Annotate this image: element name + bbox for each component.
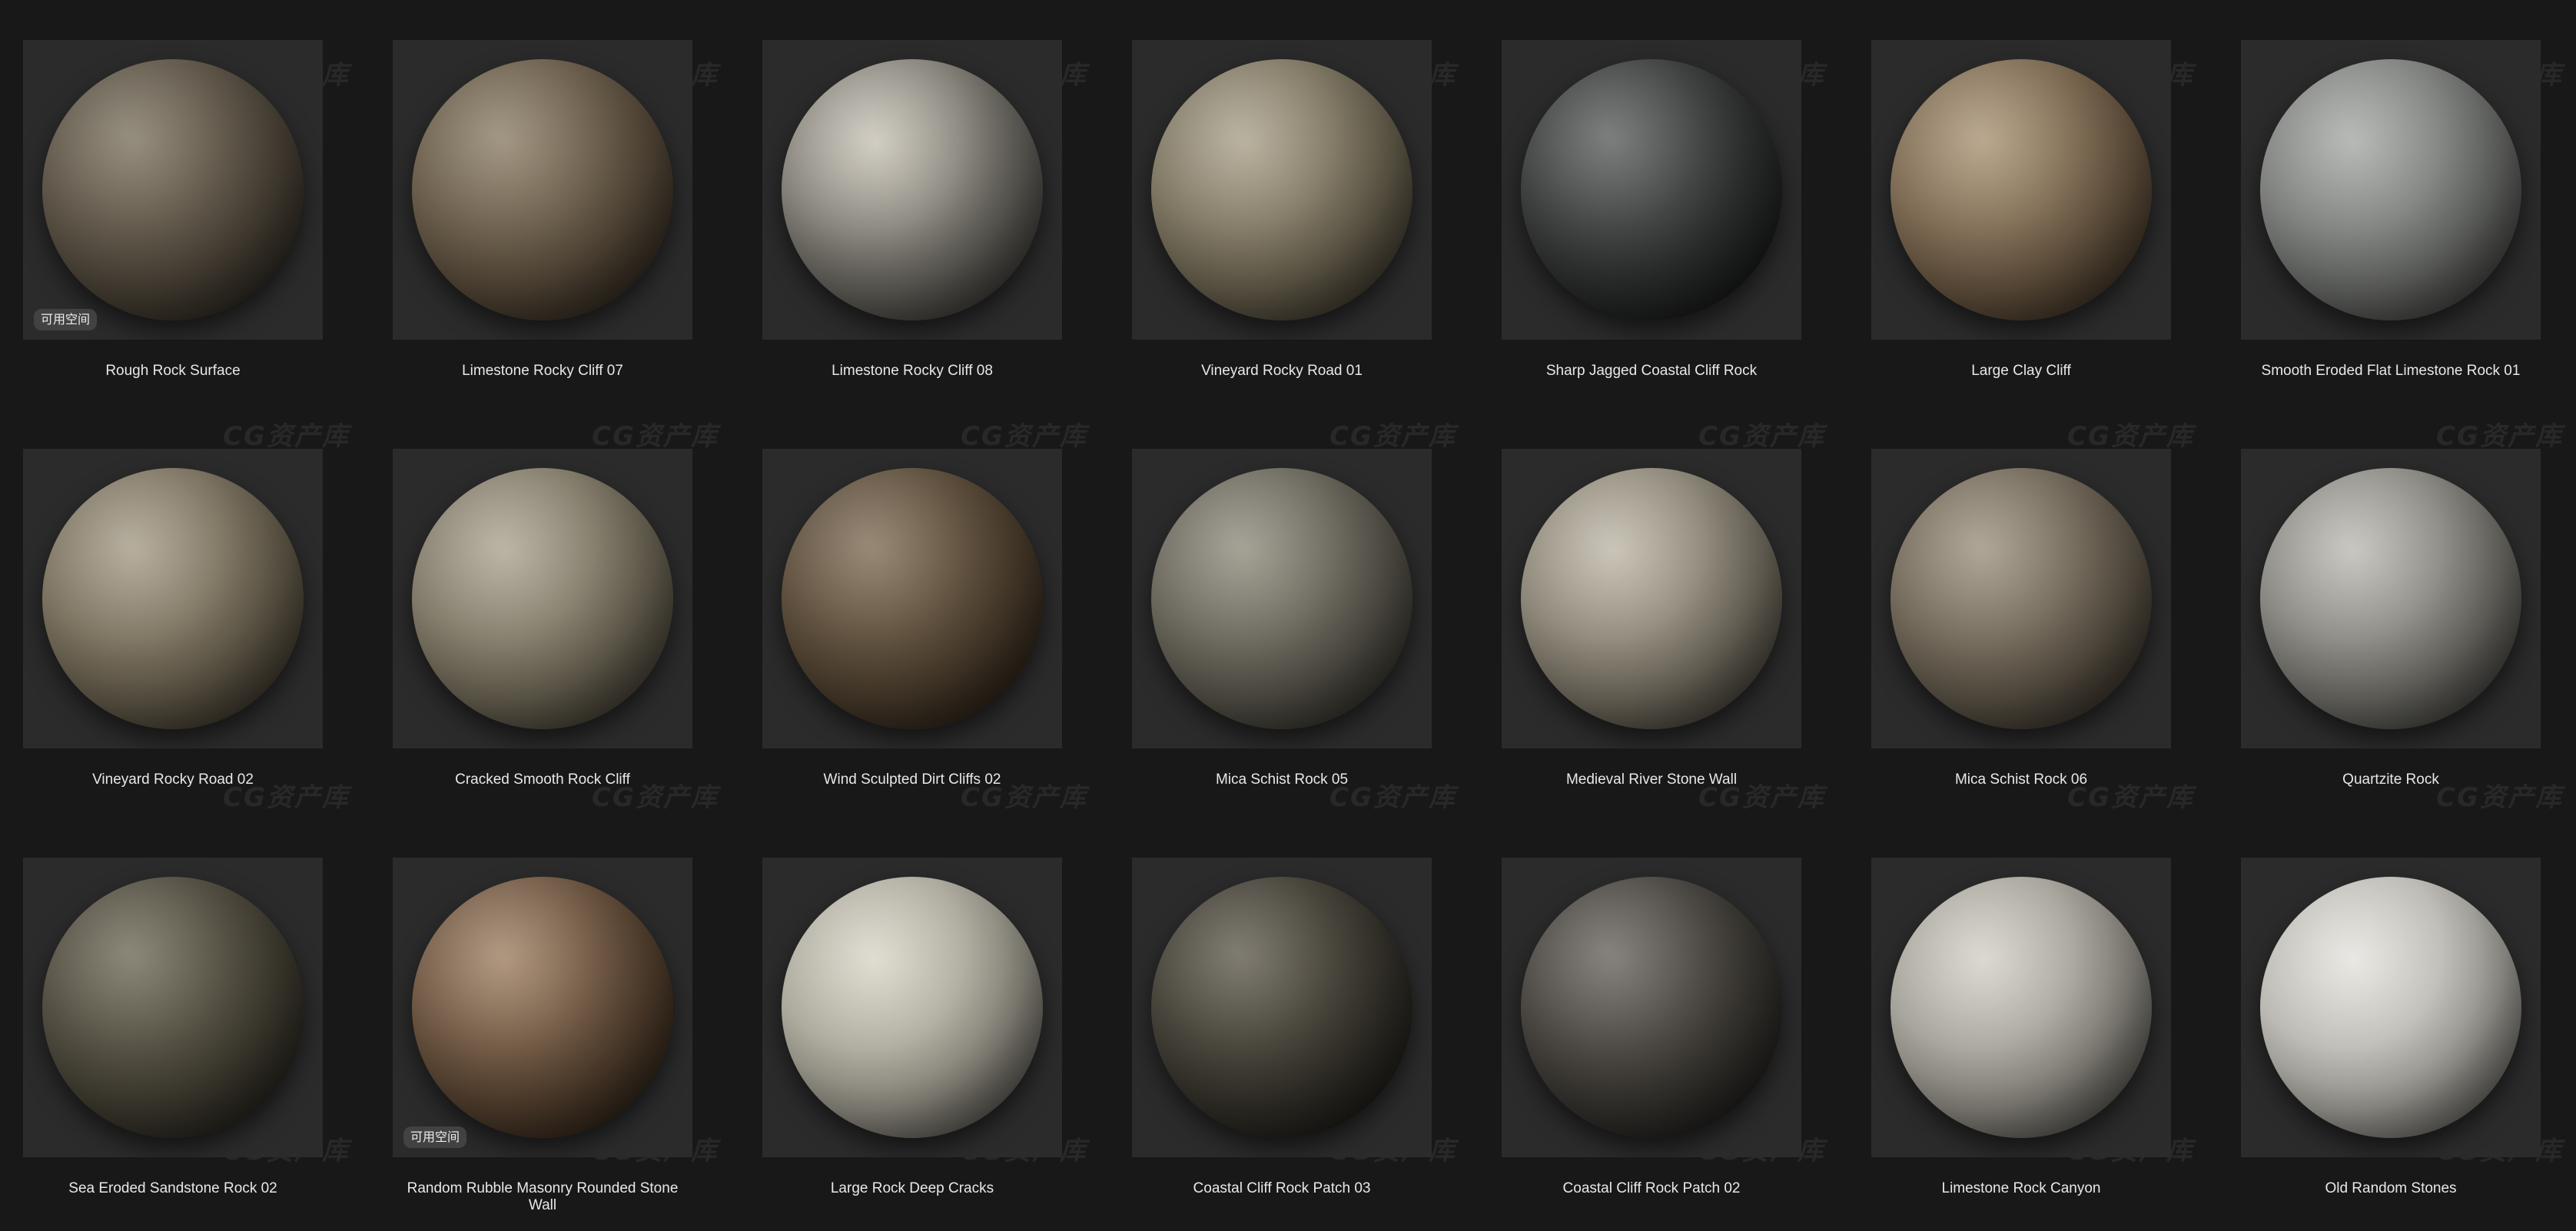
material-label: Rough Rock Surface (105, 363, 241, 379)
material-sphere-preview (1151, 877, 1412, 1138)
material-card[interactable]: Limestone Rocky Cliff 08 (762, 40, 1062, 449)
material-thumbnail[interactable]: 可用空间 (23, 40, 323, 340)
material-label: Random Rubble Masonry Rounded Stone Wall (407, 1180, 679, 1213)
material-label: Limestone Rocky Cliff 07 (462, 363, 623, 379)
material-card[interactable]: Limestone Rock Canyon (1871, 858, 2171, 1231)
material-card[interactable]: Cracked Smooth Rock Cliff (393, 449, 692, 858)
material-thumbnail[interactable] (23, 449, 323, 748)
material-label: Limestone Rocky Cliff 08 (832, 363, 993, 379)
material-card[interactable]: Mica Schist Rock 06 (1871, 449, 2171, 858)
material-sphere-preview (2260, 877, 2521, 1138)
material-thumbnail[interactable] (2241, 858, 2541, 1157)
material-thumbnail[interactable] (1132, 40, 1432, 340)
material-card[interactable]: Vineyard Rocky Road 01 (1132, 40, 1432, 449)
material-label: Sharp Jagged Coastal Cliff Rock (1545, 363, 1758, 379)
material-label: Quartzite Rock (2342, 771, 2439, 788)
material-card[interactable]: Limestone Rocky Cliff 07 (393, 40, 692, 449)
material-card[interactable]: Large Rock Deep Cracks (762, 858, 1062, 1231)
material-thumbnail[interactable] (2241, 40, 2541, 340)
material-label: Sea Eroded Sandstone Rock 02 (68, 1180, 277, 1196)
material-thumbnail[interactable] (1132, 858, 1432, 1157)
material-label: Smooth Eroded Flat Limestone Rock 01 (2261, 363, 2521, 379)
material-label: Old Random Stones (2325, 1180, 2457, 1196)
material-card[interactable]: Coastal Cliff Rock Patch 03 (1132, 858, 1432, 1231)
material-thumbnail[interactable] (1871, 449, 2171, 748)
material-label: Coastal Cliff Rock Patch 03 (1193, 1180, 1371, 1196)
material-sphere-preview (2260, 468, 2521, 729)
material-label: Limestone Rock Canyon (1941, 1180, 2101, 1196)
material-sphere-preview (42, 59, 304, 320)
material-card[interactable]: Wind Sculpted Dirt Cliffs 02 (762, 449, 1062, 858)
material-thumbnail[interactable] (1502, 449, 1801, 748)
material-label: Medieval River Stone Wall (1565, 771, 1738, 788)
material-thumbnail[interactable] (2241, 449, 2541, 748)
material-card[interactable]: Smooth Eroded Flat Limestone Rock 01 (2241, 40, 2541, 449)
material-card[interactable]: Large Clay Cliff (1871, 40, 2171, 449)
material-label: Mica Schist Rock 06 (1954, 771, 2088, 788)
material-thumbnail[interactable] (1871, 858, 2171, 1157)
material-card[interactable]: Quartzite Rock (2241, 449, 2541, 858)
material-card[interactable]: Sea Eroded Sandstone Rock 02 (23, 858, 323, 1231)
material-label: Cracked Smooth Rock Cliff (455, 771, 630, 788)
material-sphere-preview (1151, 468, 1412, 729)
material-sphere-preview (412, 877, 673, 1138)
material-thumbnail[interactable] (1871, 40, 2171, 340)
material-card[interactable]: Mica Schist Rock 05 (1132, 449, 1432, 858)
material-card[interactable]: Sharp Jagged Coastal Cliff Rock (1502, 40, 1801, 449)
material-card[interactable]: 可用空间 Rough Rock Surface (23, 40, 323, 449)
material-label: Coastal Cliff Rock Patch 02 (1562, 1180, 1741, 1196)
material-sphere-preview (1891, 468, 2152, 729)
material-card[interactable]: Coastal Cliff Rock Patch 02 (1502, 858, 1801, 1231)
material-sphere-preview (1151, 59, 1412, 320)
material-label: Mica Schist Rock 05 (1215, 771, 1349, 788)
material-thumbnail[interactable] (1132, 449, 1432, 748)
material-label: Large Rock Deep Cracks (830, 1180, 994, 1196)
material-sphere-preview (782, 468, 1043, 729)
material-sphere-preview (782, 877, 1043, 1138)
material-thumbnail[interactable] (23, 858, 323, 1157)
material-sphere-preview (1891, 59, 2152, 320)
material-sphere-preview (1891, 877, 2152, 1138)
material-sphere-preview (1521, 59, 1782, 320)
material-label: Large Clay Cliff (1971, 363, 2071, 379)
material-thumbnail[interactable] (393, 449, 692, 748)
available-badge: 可用空间 (34, 309, 98, 330)
material-card[interactable]: Medieval River Stone Wall (1502, 449, 1801, 858)
material-label: Wind Sculpted Dirt Cliffs 02 (823, 771, 1001, 788)
material-thumbnail[interactable] (762, 40, 1062, 340)
material-grid: 可用空间 Rough Rock Surface Limestone Rocky Cl… (23, 40, 2541, 1231)
material-sphere-preview (42, 877, 304, 1138)
material-label: Vineyard Rocky Road 02 (92, 771, 254, 788)
material-thumbnail[interactable] (1502, 858, 1801, 1157)
available-badge: 可用空间 (403, 1126, 467, 1148)
material-thumbnail[interactable]: 可用空间 (393, 858, 692, 1157)
material-browser: CG资产库 CG资产库 CG资产库 CG资产库 CG资产库 CG资产库 CG资产库 CG资产库… (0, 0, 2576, 1231)
material-sphere-preview (412, 59, 673, 320)
material-label: Vineyard Rocky Road 01 (1201, 363, 1363, 379)
material-thumbnail[interactable] (393, 40, 692, 340)
material-sphere-preview (412, 468, 673, 729)
material-card[interactable]: Vineyard Rocky Road 02 (23, 449, 323, 858)
material-sphere-preview (2260, 59, 2521, 320)
material-thumbnail[interactable] (1502, 40, 1801, 340)
material-sphere-preview (1521, 877, 1782, 1138)
material-sphere-preview (1521, 468, 1782, 729)
material-sphere-preview (42, 468, 304, 729)
material-thumbnail[interactable] (762, 449, 1062, 748)
material-card[interactable]: 可用空间 Random Rubble Masonry Rounded Stone … (393, 858, 692, 1231)
material-card[interactable]: Old Random Stones (2241, 858, 2541, 1231)
material-sphere-preview (782, 59, 1043, 320)
material-thumbnail[interactable] (762, 858, 1062, 1157)
